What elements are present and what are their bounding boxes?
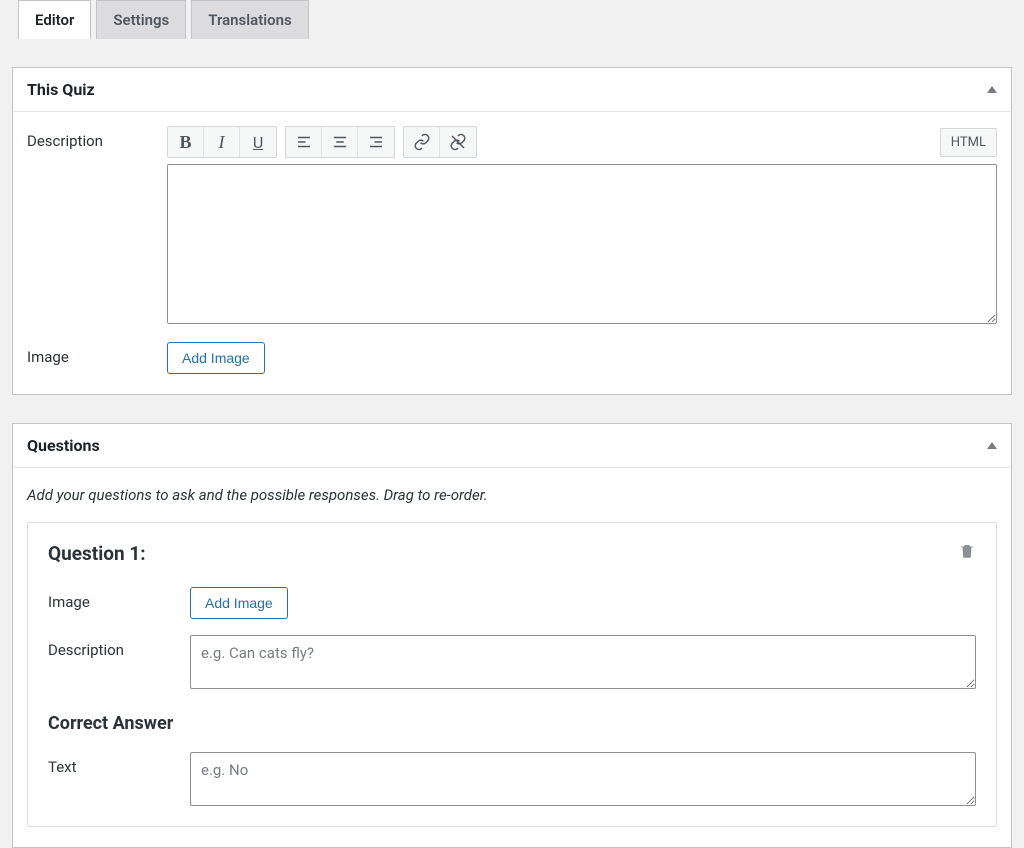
q-field-description: Description bbox=[48, 635, 976, 689]
align-right-button[interactable] bbox=[358, 127, 394, 157]
align-left-icon bbox=[295, 133, 313, 151]
bold-button[interactable]: B bbox=[168, 127, 204, 157]
field-row-description: Description B I U bbox=[27, 126, 997, 328]
underline-icon: U bbox=[253, 133, 263, 152]
q-label-text: Text bbox=[48, 752, 190, 776]
question-title: Question 1: bbox=[48, 542, 146, 565]
italic-icon: I bbox=[219, 132, 225, 153]
label-image: Image bbox=[27, 342, 167, 366]
unlink-button[interactable] bbox=[440, 127, 476, 157]
collapse-icon[interactable] bbox=[987, 442, 997, 449]
panel-title-questions: Questions bbox=[27, 436, 100, 455]
tabs-bar: Editor Settings Translations bbox=[0, 0, 1024, 39]
field-row-image: Image Add Image bbox=[27, 342, 997, 374]
align-center-icon bbox=[331, 133, 349, 151]
tab-settings[interactable]: Settings bbox=[96, 0, 186, 39]
tab-translations[interactable]: Translations bbox=[191, 0, 308, 39]
q-text-input[interactable] bbox=[190, 752, 976, 806]
delete-question-button[interactable] bbox=[958, 541, 976, 565]
panel-body-this-quiz: Description B I U bbox=[13, 112, 1011, 394]
q-add-image-button[interactable]: Add Image bbox=[190, 587, 288, 619]
bold-icon: B bbox=[179, 132, 191, 153]
align-center-button[interactable] bbox=[322, 127, 358, 157]
collapse-icon[interactable] bbox=[987, 86, 997, 93]
link-icon bbox=[413, 133, 431, 151]
question-header: Question 1: bbox=[48, 541, 976, 565]
description-editor[interactable] bbox=[167, 164, 997, 324]
add-image-button[interactable]: Add Image bbox=[167, 342, 265, 374]
panel-body-questions: Add your questions to ask and the possib… bbox=[13, 468, 1011, 847]
q-field-text: Text bbox=[48, 752, 976, 806]
label-description: Description bbox=[27, 126, 167, 150]
panel-questions: Questions Add your questions to ask and … bbox=[12, 423, 1012, 848]
questions-hint: Add your questions to ask and the possib… bbox=[27, 486, 997, 504]
toolbar-group-align bbox=[285, 126, 395, 158]
q-field-image: Image Add Image bbox=[48, 587, 976, 619]
align-right-icon bbox=[367, 133, 385, 151]
correct-answer-heading: Correct Answer bbox=[48, 713, 976, 734]
link-button[interactable] bbox=[404, 127, 440, 157]
q-label-description: Description bbox=[48, 635, 190, 659]
panel-title-this-quiz: This Quiz bbox=[27, 80, 95, 99]
panel-header-questions: Questions bbox=[13, 424, 1011, 468]
unlink-icon bbox=[449, 133, 467, 151]
question-card: Question 1: Image Add Image Description … bbox=[27, 522, 997, 827]
q-label-image: Image bbox=[48, 587, 190, 611]
q-description-input[interactable] bbox=[190, 635, 976, 689]
panel-header-this-quiz: This Quiz bbox=[13, 68, 1011, 112]
toolbar-group-link bbox=[403, 126, 477, 158]
underline-button[interactable]: U bbox=[240, 127, 276, 157]
html-toggle-button[interactable]: HTML bbox=[940, 128, 997, 157]
editor-toolbar: B I U bbox=[167, 126, 477, 158]
trash-icon bbox=[958, 541, 976, 561]
panel-this-quiz: This Quiz Description B I U bbox=[12, 67, 1012, 395]
tab-editor[interactable]: Editor bbox=[18, 0, 91, 39]
toolbar-group-format: B I U bbox=[167, 126, 277, 158]
italic-button[interactable]: I bbox=[204, 127, 240, 157]
align-left-button[interactable] bbox=[286, 127, 322, 157]
